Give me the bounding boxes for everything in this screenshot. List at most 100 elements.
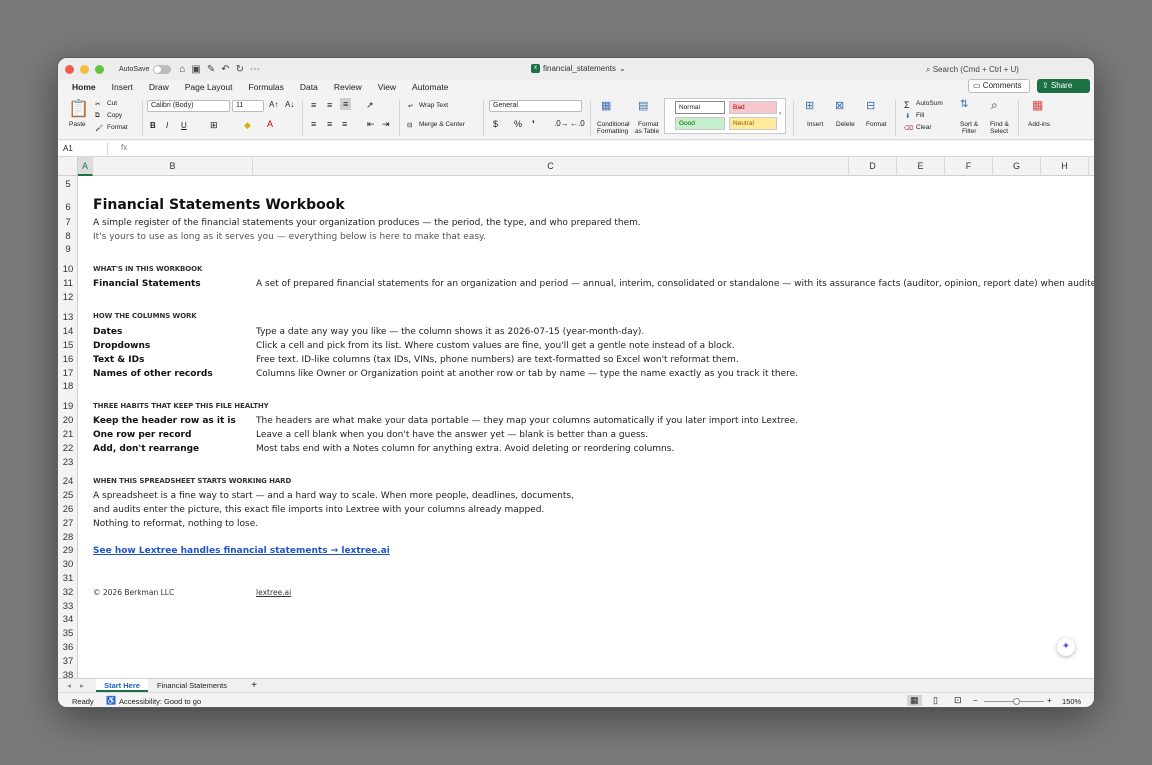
gallery-chevron-icon[interactable]: › [779, 110, 781, 117]
decrease-indent-icon[interactable]: ⇤ [367, 119, 375, 130]
decrease-decimal-icon[interactable]: ←.0 [570, 119, 585, 128]
clipboard-icon[interactable]: 📋 [68, 99, 89, 119]
clear-button[interactable]: Clear [916, 124, 932, 131]
row-number[interactable]: 28 [58, 532, 78, 543]
percent-button[interactable]: % [514, 119, 522, 129]
align-bottom-icon[interactable]: ≡ [340, 98, 352, 110]
row-number[interactable]: 26 [58, 504, 78, 515]
zoom-window-button[interactable] [95, 64, 104, 74]
row-number[interactable]: 11 [58, 278, 78, 289]
row-number[interactable]: 35 [58, 628, 78, 639]
number-format-select[interactable]: General [489, 100, 582, 112]
format-painter-button[interactable]: Format [107, 124, 128, 131]
row-number[interactable]: 22 [58, 443, 78, 454]
row-number[interactable]: 6 [58, 202, 78, 213]
column-header[interactable]: A [78, 157, 93, 176]
align-middle-icon[interactable]: ≡ [327, 100, 332, 110]
align-right-icon[interactable]: ≡ [342, 119, 347, 129]
row-number[interactable]: 27 [58, 518, 78, 529]
row-number[interactable]: 38 [58, 670, 78, 678]
decrease-font-icon[interactable]: A↓ [285, 100, 294, 109]
format-button[interactable]: Format [866, 121, 887, 128]
page-break-view-icon[interactable]: ⊡ [954, 695, 962, 706]
column-header[interactable]: B [93, 157, 253, 176]
row-number[interactable]: 16 [58, 354, 78, 365]
font-name-select[interactable]: Calibri (Body) [147, 100, 230, 112]
zoom-slider-thumb[interactable] [1013, 698, 1020, 705]
row-number[interactable]: 21 [58, 429, 78, 440]
row-number[interactable]: 19 [58, 401, 78, 412]
sheet-tab-financial-statements[interactable]: Financial Statements [152, 679, 232, 692]
row-number[interactable]: 33 [58, 601, 78, 612]
column-header[interactable]: D [849, 157, 897, 176]
style-bad[interactable]: Bad [729, 101, 777, 114]
edit-icon[interactable]: ✎ [207, 64, 215, 75]
row-number[interactable]: 18 [58, 381, 78, 392]
more-icon[interactable]: ⋯ [250, 64, 260, 75]
row-number[interactable]: 31 [58, 573, 78, 584]
font-size-select[interactable]: 11 [232, 100, 264, 112]
column-header[interactable]: E [897, 157, 945, 176]
zoom-in-icon[interactable]: + [1047, 696, 1052, 705]
copy-button[interactable]: Copy [107, 112, 122, 119]
increase-font-icon[interactable]: A↑ [269, 100, 278, 109]
autosave-toggle[interactable] [153, 64, 172, 74]
copilot-icon[interactable]: ✦ [1057, 638, 1075, 656]
sort-filter-line1[interactable]: Sort & [960, 121, 978, 128]
row-number[interactable]: 24 [58, 476, 78, 487]
autosum-button[interactable]: AutoSum [916, 100, 943, 107]
delete-button[interactable]: Delete [836, 121, 855, 128]
row-number[interactable]: 5 [58, 179, 78, 190]
cta-link[interactable]: See how Lextree handles financial statem… [93, 546, 390, 556]
row-number[interactable]: 29 [58, 545, 78, 556]
comments-button[interactable]: ▭ Comments [968, 79, 1030, 93]
normal-view-icon[interactable]: ▦ [907, 695, 922, 706]
font-color-icon[interactable]: A [267, 119, 273, 129]
cut-button[interactable]: Cut [107, 100, 117, 107]
footer-link[interactable]: lextree.ai [256, 588, 291, 597]
find-select-line1[interactable]: Find & [990, 121, 1009, 128]
name-box[interactable]: A1 [60, 142, 108, 155]
increase-decimal-icon[interactable]: .0→ [554, 119, 569, 128]
home-icon[interactable]: ⌂ [179, 64, 185, 75]
merge-center-button[interactable]: Merge & Center [419, 121, 465, 128]
sheet-tab-start-here[interactable]: Start Here [96, 679, 148, 692]
row-number[interactable]: 30 [58, 559, 78, 570]
style-good[interactable]: Good [675, 117, 725, 130]
row-number[interactable]: 34 [58, 614, 78, 625]
add-ins-button[interactable]: Add-ins [1028, 121, 1050, 128]
row-number[interactable]: 15 [58, 340, 78, 351]
row-number[interactable]: 13 [58, 312, 78, 323]
fill-color-icon[interactable]: ◆ [244, 120, 251, 131]
align-center-icon[interactable]: ≡ [327, 119, 332, 129]
share-button[interactable]: ⇪ Share [1037, 79, 1090, 93]
document-title[interactable]: x financial_statements ⌄ [531, 64, 626, 73]
find-select-line2[interactable]: Select [990, 128, 1008, 135]
conditional-formatting-line1[interactable]: Conditional [597, 121, 630, 128]
borders-icon[interactable]: ⊞ [210, 120, 218, 131]
save-icon[interactable]: ▣ [191, 64, 200, 75]
select-all-corner[interactable] [58, 157, 78, 176]
format-as-table-line1[interactable]: Format [638, 121, 659, 128]
comma-button[interactable]: ❜ [532, 119, 535, 130]
style-neutral[interactable]: Neutral [729, 117, 777, 130]
column-header[interactable]: H [1041, 157, 1089, 176]
italic-button[interactable]: I [166, 121, 168, 130]
column-header[interactable]: F [945, 157, 993, 176]
align-left-icon[interactable]: ≡ [311, 119, 316, 129]
column-header[interactable]: G [993, 157, 1041, 176]
row-number[interactable]: 20 [58, 415, 78, 426]
paste-button[interactable]: Paste [69, 121, 86, 128]
currency-button[interactable]: $ [493, 119, 498, 129]
orientation-icon[interactable]: ↗ [366, 100, 374, 111]
insert-button[interactable]: Insert [807, 121, 823, 128]
redo-icon[interactable]: ↻ [236, 64, 244, 75]
accessibility-status[interactable]: Accessibility: Good to go [119, 697, 201, 706]
undo-icon[interactable]: ↶ [221, 64, 229, 75]
sort-filter-line2[interactable]: Filter [962, 128, 976, 135]
minimize-window-button[interactable] [80, 64, 89, 74]
zoom-out-icon[interactable]: − [973, 696, 978, 705]
next-sheet-icon[interactable]: ▸ [77, 679, 87, 692]
row-number[interactable]: 7 [58, 217, 78, 228]
row-number[interactable]: 12 [58, 292, 78, 303]
